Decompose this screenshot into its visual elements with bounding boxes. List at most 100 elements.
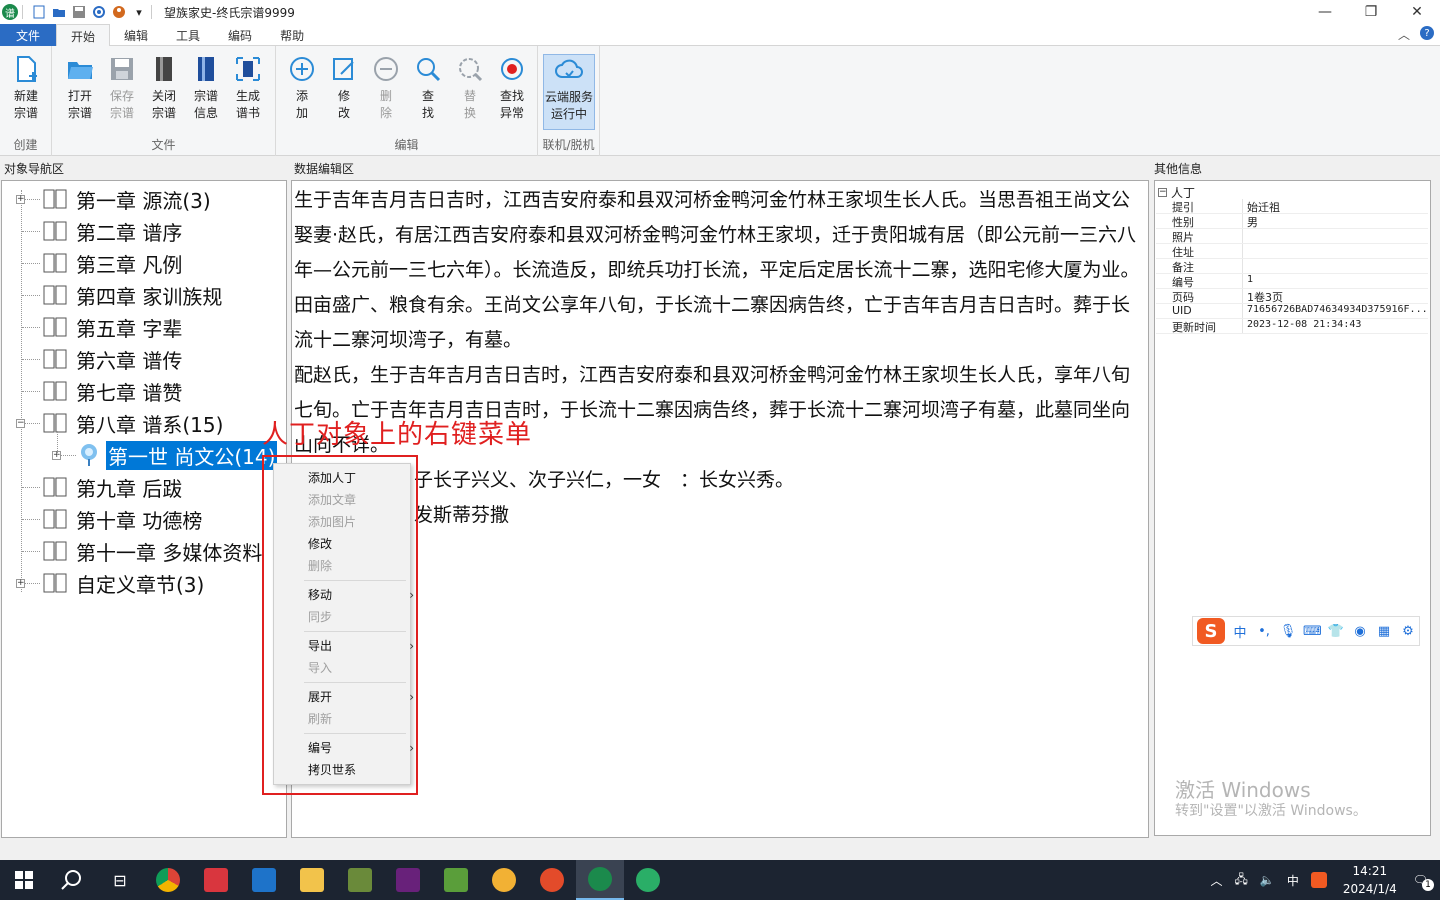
property-value[interactable]: 男 bbox=[1242, 214, 1428, 228]
clock[interactable]: 14:21 2024/1/4 bbox=[1343, 862, 1397, 898]
genealogy-info-button[interactable]: 宗谱 信息 bbox=[186, 54, 226, 122]
tab-encode[interactable]: 编码 bbox=[214, 24, 266, 46]
context-menu-item[interactable]: 拷贝世系 bbox=[308, 759, 408, 781]
close-button[interactable]: ✕ bbox=[1394, 0, 1440, 24]
open-folder-icon[interactable] bbox=[51, 4, 67, 20]
tab-help[interactable]: 帮助 bbox=[266, 24, 318, 46]
property-value[interactable]: 始迁祖 bbox=[1242, 199, 1428, 213]
property-value[interactable]: 1卷3页 bbox=[1242, 289, 1428, 303]
volume-icon[interactable]: 🔈 bbox=[1260, 873, 1275, 887]
tab-tools[interactable]: 工具 bbox=[162, 24, 214, 46]
restore-button[interactable]: ❐ bbox=[1348, 0, 1394, 24]
app-button[interactable] bbox=[336, 860, 384, 900]
context-menu-item[interactable]: 删除 bbox=[308, 555, 408, 577]
property-row[interactable]: 性别 男 bbox=[1156, 214, 1428, 229]
replace-button[interactable]: 替 换 bbox=[450, 54, 490, 122]
property-row[interactable]: 编号 1 bbox=[1156, 274, 1428, 289]
tab-edit[interactable]: 编辑 bbox=[110, 24, 162, 46]
tree-node-chapter[interactable]: 第三章 凡例 bbox=[42, 249, 182, 277]
tree-node-chapter[interactable]: 第七章 谱赞 bbox=[42, 377, 182, 405]
keyboard-icon[interactable]: ⌨ bbox=[1303, 624, 1322, 639]
wechat-button[interactable] bbox=[624, 860, 672, 900]
visual-studio-button[interactable] bbox=[384, 860, 432, 900]
network-icon[interactable]: 🖧 bbox=[1235, 870, 1248, 891]
new-genealogy-button[interactable]: 新建 宗谱 bbox=[6, 54, 46, 122]
expand-icon[interactable]: + bbox=[16, 579, 25, 588]
punctuation-mode[interactable]: •, bbox=[1255, 624, 1273, 639]
tree-node-person[interactable]: 第一世 尚文公(14) bbox=[78, 440, 278, 470]
minimize-button[interactable]: — bbox=[1302, 0, 1348, 24]
new-doc-icon[interactable] bbox=[31, 4, 47, 20]
add-button[interactable]: 添 加 bbox=[282, 54, 322, 122]
property-value[interactable]: 1 bbox=[1242, 274, 1428, 288]
property-row[interactable]: 住址 bbox=[1156, 244, 1428, 259]
property-row[interactable]: 照片 bbox=[1156, 229, 1428, 244]
user-icon[interactable] bbox=[111, 4, 127, 20]
context-menu-item[interactable]: 修改 bbox=[308, 533, 408, 555]
context-menu-item[interactable]: 同步 bbox=[308, 606, 408, 628]
app-button[interactable] bbox=[192, 860, 240, 900]
find-error-button[interactable]: 查找 异常 bbox=[492, 54, 532, 122]
tab-home[interactable]: 开始 bbox=[56, 24, 111, 47]
expand-icon[interactable]: + bbox=[16, 195, 25, 204]
save-icon[interactable] bbox=[71, 4, 87, 20]
context-menu-item[interactable]: 编号 › bbox=[308, 737, 414, 759]
file-explorer-button[interactable] bbox=[288, 860, 336, 900]
property-row[interactable]: 页码 1卷3页 bbox=[1156, 289, 1428, 304]
search-button[interactable] bbox=[48, 860, 96, 900]
game-icon[interactable]: ◉ bbox=[1351, 624, 1369, 639]
modify-button[interactable]: 修 改 bbox=[324, 54, 364, 122]
gear-icon[interactable] bbox=[91, 4, 107, 20]
app-button[interactable] bbox=[240, 860, 288, 900]
property-value[interactable] bbox=[1242, 229, 1428, 243]
skin-icon[interactable]: 👕 bbox=[1327, 624, 1345, 639]
property-row[interactable]: 备注 bbox=[1156, 259, 1428, 274]
collapse-icon[interactable]: − bbox=[1158, 188, 1167, 197]
generate-book-button[interactable]: 生成 谱书 bbox=[228, 54, 268, 122]
context-menu-item[interactable]: 导出 › bbox=[308, 635, 414, 657]
context-menu-item[interactable]: 添加人丁 bbox=[308, 467, 408, 489]
context-menu-item[interactable]: 添加图片 bbox=[308, 511, 408, 533]
tree-node-chapter[interactable]: 第一章 源流(3) bbox=[42, 185, 211, 213]
chevron-up-icon[interactable]: ︿ bbox=[1210, 872, 1222, 889]
tree-node-chapter[interactable]: 第十章 功德榜 bbox=[42, 505, 202, 533]
property-value[interactable]: 71656726BAD74634934D375916F... bbox=[1242, 304, 1428, 318]
collapse-ribbon-icon[interactable]: ︿ bbox=[1398, 26, 1410, 43]
context-menu-item[interactable]: 导入 bbox=[308, 657, 408, 679]
context-menu-item[interactable]: 刷新 bbox=[308, 708, 408, 730]
start-button[interactable] bbox=[0, 860, 48, 900]
tree-node-chapter[interactable]: 第二章 谱序 bbox=[42, 217, 182, 245]
open-genealogy-button[interactable]: 打开 宗谱 bbox=[60, 54, 100, 122]
property-row[interactable]: 提引 始迁祖 bbox=[1156, 199, 1428, 214]
sogou-logo-icon[interactable]: S bbox=[1197, 618, 1225, 644]
ime-mode[interactable]: 中 bbox=[1231, 622, 1249, 641]
tree-node-chapter[interactable]: 第八章 谱系(15) bbox=[42, 409, 223, 437]
context-menu-item[interactable]: 移动 › bbox=[308, 584, 414, 606]
toolbox-icon[interactable]: ▦ bbox=[1375, 624, 1393, 639]
cloud-service-button[interactable]: 云端服务 运行中 bbox=[543, 54, 595, 130]
notepad-button[interactable] bbox=[432, 860, 480, 900]
property-row[interactable]: 更新时间 2023-12-08 21:34:43 bbox=[1156, 319, 1428, 334]
editor-content[interactable]: 生于吉年吉月吉日吉时，江西吉安府泰和县双河桥金鸭河金竹林王家坝生长人氏。当思吾祖… bbox=[294, 183, 1146, 533]
tree-node-chapter[interactable]: 第五章 字辈 bbox=[42, 313, 182, 341]
tree-node-chapter[interactable]: 第四章 家训族规 bbox=[42, 281, 222, 309]
task-view-button[interactable]: ⊟ bbox=[96, 860, 144, 900]
settings-icon[interactable]: ⚙ bbox=[1399, 624, 1417, 639]
property-value[interactable] bbox=[1242, 259, 1428, 273]
context-menu-item[interactable]: 添加文章 bbox=[308, 489, 408, 511]
property-row[interactable]: UID 71656726BAD74634934D375916F... bbox=[1156, 304, 1428, 319]
save-genealogy-button[interactable]: 保存 宗谱 bbox=[102, 54, 142, 122]
genealogy-app-button[interactable] bbox=[576, 860, 624, 900]
delete-button[interactable]: 删 除 bbox=[366, 54, 406, 122]
microphone-icon[interactable]: 🎙 bbox=[1279, 624, 1297, 639]
app-button[interactable] bbox=[528, 860, 576, 900]
customize-dropdown-icon[interactable]: ▾ bbox=[131, 4, 147, 20]
input-indicator[interactable]: 中 bbox=[1287, 872, 1299, 889]
tree-node-chapter[interactable]: 第十一章 多媒体资料 bbox=[42, 537, 262, 565]
close-genealogy-button[interactable]: 关闭 宗谱 bbox=[144, 54, 184, 122]
property-value[interactable]: 2023-12-08 21:34:43 bbox=[1242, 319, 1428, 333]
help-icon[interactable]: ? bbox=[1420, 26, 1434, 40]
tab-file[interactable]: 文件 bbox=[0, 24, 56, 46]
property-value[interactable] bbox=[1242, 244, 1428, 258]
collapse-icon[interactable]: − bbox=[16, 419, 25, 428]
